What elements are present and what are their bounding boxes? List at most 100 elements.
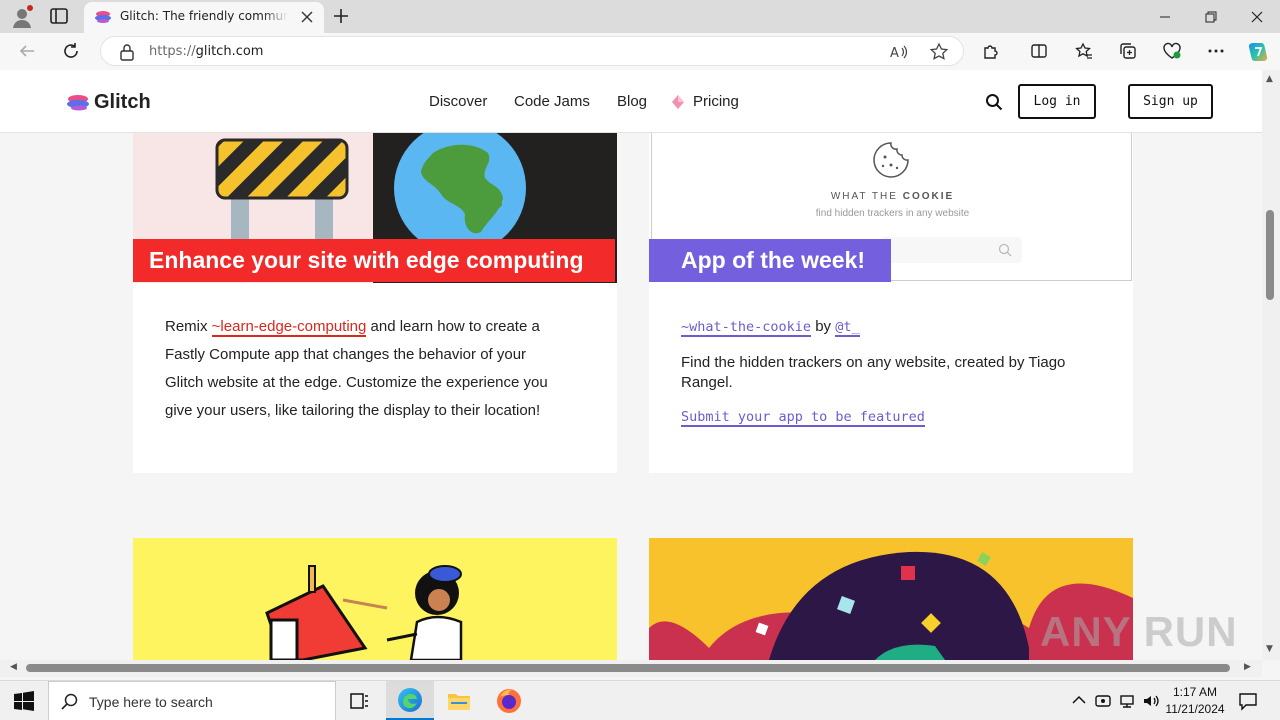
horizontal-scrollbar[interactable]: ◀ ▶: [0, 660, 1262, 677]
back-button[interactable]: [16, 40, 38, 62]
signup-button[interactable]: Sign up: [1128, 84, 1213, 119]
more-dots-icon: [1208, 49, 1224, 53]
anyrun-watermark: ANY RUN: [1040, 608, 1238, 655]
edge-computing-card[interactable]: Enhance your site with edge computing Re…: [133, 133, 617, 473]
new-tab-icon[interactable]: [332, 7, 350, 25]
volume-icon[interactable]: [1142, 692, 1160, 710]
author-link[interactable]: @t_: [835, 319, 860, 337]
network-icon[interactable]: [1118, 692, 1136, 710]
cookie-icon: [873, 142, 909, 178]
art-title-bold: COOKIE: [902, 191, 955, 202]
glitch-header: Glitch Discover Code Jams Blog Pricing L…: [0, 70, 1262, 133]
vertical-scroll-thumb[interactable]: [1266, 210, 1274, 300]
collections-button[interactable]: [1117, 40, 1139, 62]
favorites-icon: [1075, 42, 1092, 59]
login-button[interactable]: Log in: [1018, 84, 1096, 119]
what-the-cookie-link[interactable]: ~what-the-cookie: [681, 319, 812, 337]
meet-now-icon[interactable]: [1094, 692, 1112, 710]
scroll-up-arrow-icon[interactable]: ▲: [1266, 74, 1273, 84]
by-text: by: [811, 318, 836, 335]
active-tab[interactable]: Glitch: The friendly community where eve…: [84, 2, 324, 33]
svg-text:A: A: [890, 46, 899, 61]
system-clock[interactable]: 1:17 AM 11/21/2024: [1160, 684, 1230, 718]
notifications-icon[interactable]: [1238, 691, 1258, 711]
tab-title: Glitch: The friendly community where eve…: [120, 9, 288, 23]
close-tab-icon[interactable]: [300, 10, 314, 24]
arrow-left-icon: [19, 45, 34, 57]
copilot-icon[interactable]: [1246, 40, 1270, 64]
favorites-button[interactable]: [1073, 40, 1095, 62]
browser-titlebar: Glitch: The friendly community where eve…: [0, 0, 1280, 33]
nav-blog[interactable]: Blog: [617, 93, 647, 110]
art-search-field: [882, 237, 1022, 263]
search-icon: [61, 693, 78, 710]
close-icon: [1251, 11, 1263, 22]
task-view-button[interactable]: [336, 681, 384, 720]
close-window-button[interactable]: [1234, 0, 1280, 33]
browser-essentials-button[interactable]: [1161, 40, 1183, 62]
glitch-favicon-icon: [95, 11, 111, 23]
windows-taskbar: Type here to search 1:17 AM 11/21/2024: [0, 680, 1280, 720]
restore-button[interactable]: [1188, 0, 1234, 33]
refresh-button[interactable]: [60, 40, 82, 62]
scroll-left-arrow-icon[interactable]: ◀: [10, 662, 17, 672]
address-bar[interactable]: https://glitch.com A: [100, 36, 964, 66]
clock-time: 1:17 AM: [1172, 685, 1218, 699]
browser-toolbar: https://glitch.com A: [0, 33, 1280, 70]
glitch-fish-icon: [67, 95, 89, 111]
tab-actions-icon[interactable]: [50, 8, 68, 24]
vertical-scrollbar[interactable]: ▲ ▼: [1262, 70, 1280, 660]
learn-edge-computing-link[interactable]: ~learn-edge-computing: [211, 318, 367, 337]
minimize-icon: [1160, 16, 1170, 17]
edge-text-line3: Glitch website at the edge. Customize th…: [165, 374, 548, 391]
firefox-icon: [497, 689, 521, 713]
app-card-body: ~what-the-cookie by @t_ Find the hidden …: [681, 313, 1121, 431]
url-text[interactable]: https://glitch.com: [149, 44, 263, 59]
nav-discover[interactable]: Discover: [429, 93, 487, 110]
settings-more-button[interactable]: [1205, 40, 1227, 62]
art-subtitle: find hidden trackers in any website: [815, 208, 970, 219]
extensions-button[interactable]: [980, 40, 1002, 62]
url-host: glitch.com: [195, 44, 264, 59]
taskbar-file-explorer[interactable]: [435, 681, 483, 720]
taskbar-search-box[interactable]: Type here to search: [48, 681, 336, 720]
minimize-button[interactable]: [1142, 0, 1188, 33]
lock-icon[interactable]: [119, 43, 135, 61]
logo-text: Glitch: [94, 90, 151, 113]
app-description-line1: Find the hidden trackers on any website,…: [681, 354, 1066, 371]
page-viewport: Enhance your site with edge computing Re…: [0, 70, 1262, 660]
submit-app-link[interactable]: Submit your app to be featured: [681, 409, 925, 427]
heart-pulse-icon: [1163, 42, 1181, 59]
taskbar-firefox[interactable]: [485, 681, 533, 720]
puzzle-icon: [984, 45, 998, 59]
collections-icon: [1120, 43, 1136, 59]
split-screen-button[interactable]: [1028, 40, 1050, 62]
read-aloud-icon[interactable]: A: [889, 42, 909, 62]
painter-illustration[interactable]: [133, 538, 617, 660]
task-view-icon: [350, 693, 368, 709]
split-screen-icon: [1031, 44, 1047, 58]
add-favorite-icon[interactable]: [929, 42, 949, 62]
art-title: WHAT THE COOKIE: [652, 191, 1131, 202]
edge-text-line1: and learn how to create a: [366, 318, 540, 335]
nav-code-jams[interactable]: Code Jams: [514, 93, 590, 110]
glitch-logo[interactable]: Glitch: [66, 90, 151, 114]
scroll-down-arrow-icon[interactable]: ▼: [1266, 644, 1273, 654]
edge-text-prefix: Remix: [165, 318, 212, 335]
refresh-icon: [64, 43, 78, 58]
horizontal-scroll-thumb[interactable]: [26, 664, 1230, 672]
app-of-the-week-card[interactable]: WHAT THE COOKIE find hidden trackers in …: [649, 133, 1133, 473]
show-hidden-icons-chevron-icon[interactable]: [1070, 692, 1088, 710]
taskbar-edge[interactable]: [386, 681, 434, 720]
edge-card-badge: Enhance your site with edge computing: [133, 239, 615, 282]
nav-pricing[interactable]: Pricing: [693, 93, 739, 110]
edge-text-line2: Fastly Compute app that changes the beha…: [165, 346, 527, 363]
clock-date: 11/21/2024: [1165, 702, 1225, 716]
edge-browser-icon: [398, 687, 422, 712]
pricing-diamond-icon: [672, 95, 684, 109]
art-search-icon: [998, 243, 1012, 257]
url-protocol: https://: [149, 44, 196, 59]
scroll-right-arrow-icon[interactable]: ▶: [1244, 662, 1251, 672]
windows-start-icon[interactable]: [14, 691, 34, 711]
site-search-icon[interactable]: [985, 93, 1003, 111]
